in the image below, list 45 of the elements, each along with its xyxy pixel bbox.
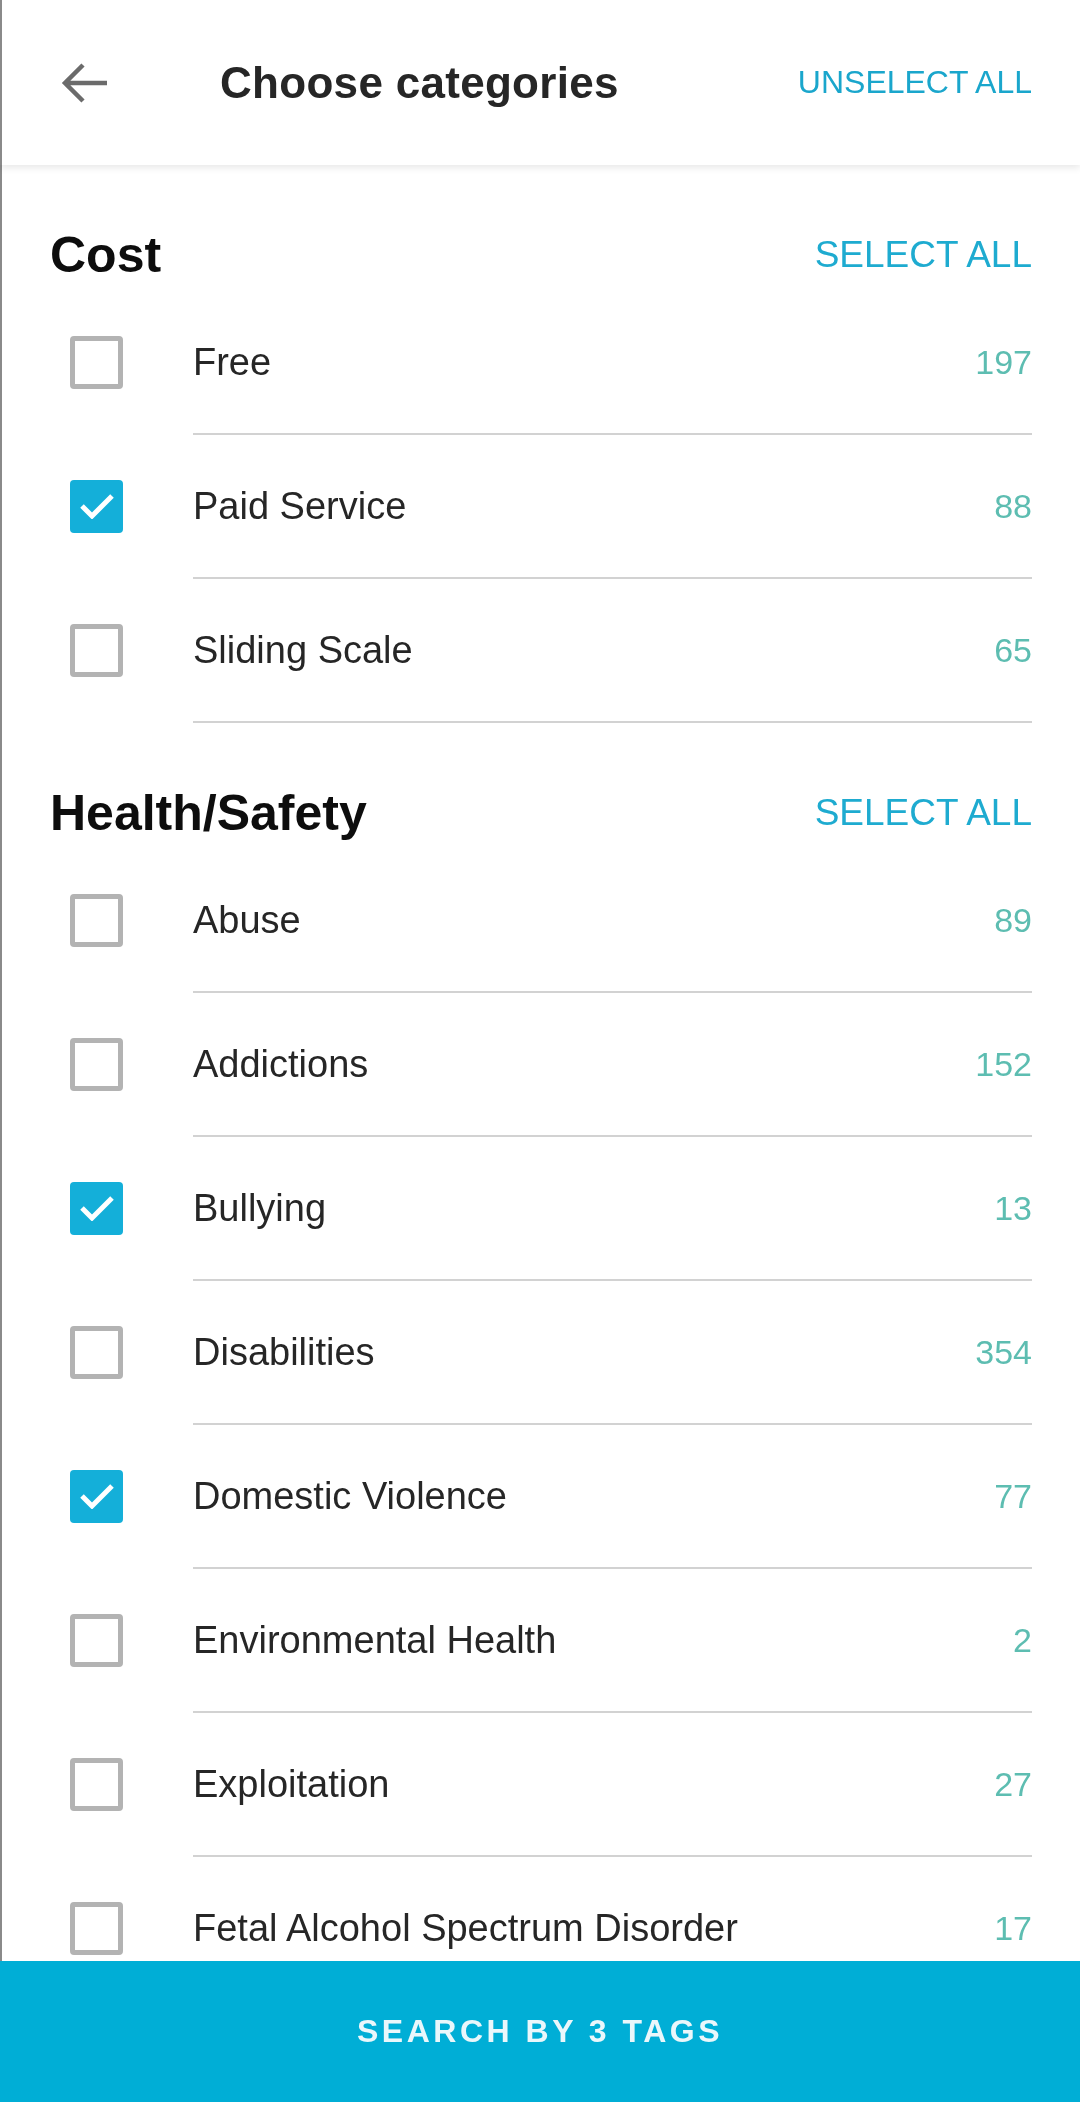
category-count: 88 (994, 486, 1032, 526)
checkbox[interactable] (70, 1613, 123, 1667)
category-label: Paid Service (193, 484, 407, 528)
category-label: Disabilities (193, 1330, 375, 1374)
search-button[interactable]: SEARCH BY 3 TAGS (0, 1961, 1080, 2102)
category-count: 197 (975, 342, 1032, 382)
checkbox[interactable] (70, 1181, 123, 1235)
category-count: 65 (994, 630, 1032, 670)
category-label: Exploitation (193, 1762, 390, 1806)
category-label: Free (193, 340, 272, 384)
back-arrow-icon (61, 62, 109, 103)
category-count: 89 (994, 900, 1032, 940)
select-all-button[interactable]: SELECT ALL (814, 234, 1032, 276)
category-label: Abuse (193, 898, 301, 942)
category-count: 27 (994, 1764, 1032, 1804)
category-count: 77 (994, 1476, 1032, 1516)
checkbox[interactable] (70, 1325, 123, 1379)
checkbox[interactable] (70, 1901, 123, 1955)
category-label: Domestic Violence (193, 1474, 507, 1518)
category-count: 13 (994, 1188, 1032, 1228)
page-title: Choose categories (220, 57, 620, 108)
checkbox[interactable] (70, 623, 123, 677)
category-count: 354 (975, 1332, 1032, 1372)
checkbox[interactable] (70, 1469, 123, 1523)
checkmark-icon (79, 1195, 114, 1221)
category-label: Addictions (193, 1042, 369, 1086)
category-count: 17 (994, 1908, 1032, 1948)
category-label: Bullying (193, 1186, 327, 1230)
category-label: Fetal Alcohol Spectrum Disorder (193, 1906, 738, 1950)
category-label: Sliding Scale (193, 628, 413, 672)
section-title: Health/Safety (50, 784, 367, 842)
checkmark-icon (79, 1483, 114, 1509)
select-all-button[interactable]: SELECT ALL (814, 792, 1032, 834)
category-count: 152 (975, 1044, 1032, 1084)
back-button[interactable] (61, 62, 109, 103)
checkbox[interactable] (70, 479, 123, 533)
checkbox[interactable] (70, 335, 123, 389)
section-title: Cost (50, 226, 162, 284)
checkbox[interactable] (70, 1757, 123, 1811)
unselect-all-button[interactable]: UNSELECT ALL (797, 64, 1032, 101)
checkmark-icon (79, 493, 114, 519)
checkbox[interactable] (70, 1037, 123, 1091)
category-count: 2 (1013, 1620, 1032, 1660)
category-label: Environmental Health (193, 1618, 557, 1662)
checkbox[interactable] (70, 893, 123, 947)
